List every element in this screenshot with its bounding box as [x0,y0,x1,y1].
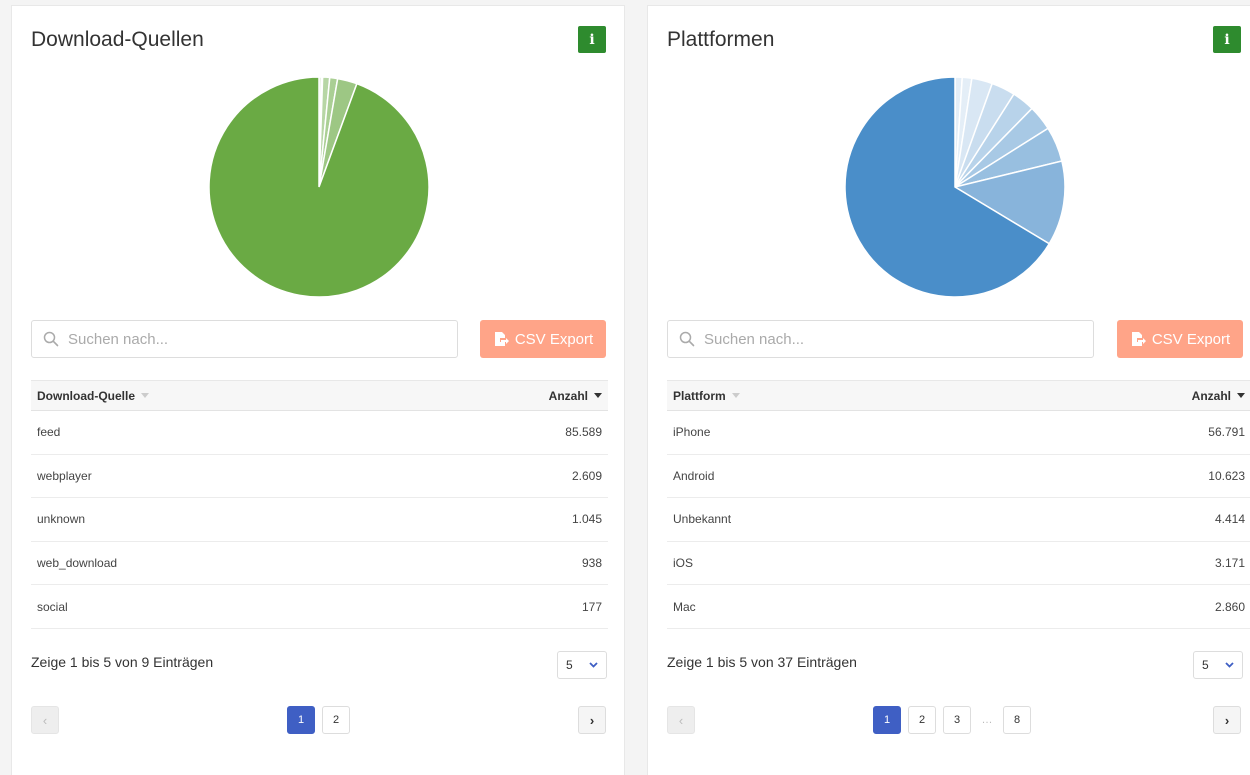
page-button[interactable]: 1 [287,706,315,734]
row-count: 56.791 [1208,425,1245,440]
search-field[interactable] [667,320,1094,358]
search-icon [43,331,59,347]
panel-title: Download-Quellen [31,28,204,51]
csv-export-button[interactable]: CSV Export [480,320,606,358]
search-field[interactable] [31,320,458,358]
platforms-pie-chart [844,76,1066,298]
page-button[interactable]: 2 [322,706,350,734]
row-count: 2.860 [1214,599,1245,614]
table-row: feed 85.589 [31,411,608,455]
platforms-panel: Plattformen i CSV Export Plattform Anzah… [647,5,1250,775]
row-name: unknown [37,512,86,527]
table-row: iPhone 56.791 [667,411,1250,455]
page-button[interactable]: 2 [908,706,936,734]
row-count: 1.045 [571,512,602,527]
csv-export-label: CSV Export [514,330,594,348]
sort-caret-icon [141,393,150,398]
page-button[interactable]: 3 [943,706,971,734]
download-sources-pie-chart [208,76,430,298]
chevron-down-icon [589,662,598,668]
row-name: feed [37,425,61,440]
table-header: Plattform Anzahl [667,380,1250,411]
column-label: Anzahl [1191,388,1231,403]
csv-export-label: CSV Export [1151,330,1231,348]
previous-page-button[interactable]: ‹ [31,706,59,734]
row-count: 10.623 [1208,468,1245,483]
page-size-value: 5 [566,658,573,672]
sort-caret-icon [594,393,602,398]
chevron-down-icon [1225,662,1234,668]
row-count: 4.414 [1214,512,1245,527]
entries-summary: Zeige 1 bis 5 von 9 Einträgen [31,654,214,670]
previous-page-button[interactable]: ‹ [667,706,695,734]
table-row: web_download 938 [31,542,608,586]
page-size-select[interactable]: 5 [557,651,607,679]
data-table: Plattform Anzahl iPhone 56.791 Android 10.… [667,380,1250,629]
pagination: 1 2 [287,706,350,734]
row-name: Android [673,468,715,483]
row-name: Mac [673,599,696,614]
column-label: Anzahl [548,388,588,403]
table-row: webplayer 2.609 [31,455,608,499]
row-name: iOS [673,556,694,571]
row-count: 938 [581,556,602,571]
download-sources-panel: Download-Quellen i CSV Export Download-Q… [11,5,625,775]
sort-caret-icon [1237,393,1245,398]
column-label: Download-Quelle [37,388,136,403]
page-button[interactable]: 8 [1003,706,1031,734]
table-header: Download-Quelle Anzahl [31,380,608,411]
column-header-count[interactable]: Anzahl [1192,389,1245,403]
file-export-icon [494,332,509,346]
sort-caret-icon [731,393,740,398]
column-header-count[interactable]: Anzahl [549,389,602,403]
next-page-button[interactable]: › [578,706,606,734]
page-ellipsis: … [981,714,993,726]
table-row: Unbekannt 4.414 [667,498,1250,542]
column-header-platform[interactable]: Plattform [673,389,740,403]
info-button[interactable]: i [1213,26,1241,53]
table-row: Android 10.623 [667,455,1250,499]
panel-title: Plattformen [667,28,775,51]
row-name: webplayer [37,468,92,483]
table-row: unknown 1.045 [31,498,608,542]
row-count: 2.609 [571,468,602,483]
next-page-button[interactable]: › [1213,706,1241,734]
row-count: 177 [581,599,602,614]
row-name: Unbekannt [673,512,732,527]
table-row: iOS 3.171 [667,542,1250,586]
search-input[interactable] [68,321,448,357]
page-size-select[interactable]: 5 [1193,651,1243,679]
row-count: 85.589 [565,425,602,440]
data-table: Download-Quelle Anzahl feed 85.589 webpla… [31,380,608,629]
column-label: Plattform [673,388,726,403]
table-row: social 177 [31,585,608,629]
csv-export-button[interactable]: CSV Export [1117,320,1243,358]
table-row: Mac 2.860 [667,585,1250,629]
row-name: social [37,599,68,614]
pagination: 1 2 3 … 8 [873,706,1031,734]
info-button[interactable]: i [578,26,606,53]
row-name: iPhone [673,425,711,440]
search-icon [679,331,695,347]
search-input[interactable] [704,321,1084,357]
row-name: web_download [37,556,118,571]
row-count: 3.171 [1214,556,1245,571]
column-header-source[interactable]: Download-Quelle [37,388,150,403]
entries-summary: Zeige 1 bis 5 von 37 Einträgen [667,654,857,670]
file-export-icon [1131,332,1146,346]
pie-slice-feed[interactable] [208,76,430,298]
page-size-value: 5 [1202,658,1209,672]
page-button[interactable]: 1 [873,706,901,734]
